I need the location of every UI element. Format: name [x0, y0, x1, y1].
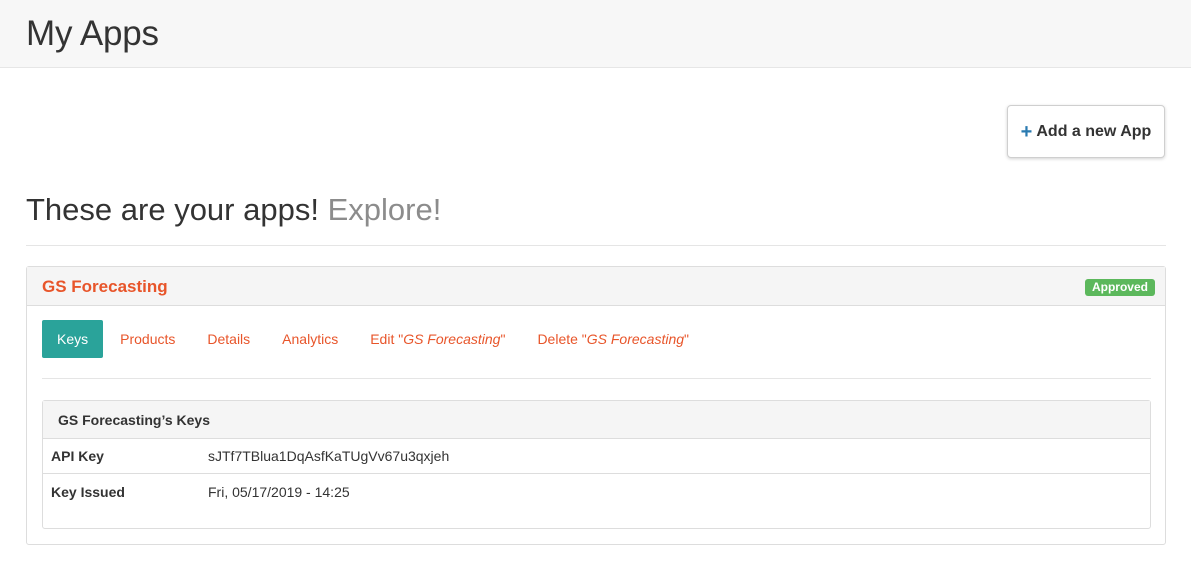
tab-edit-prefix: Edit ": [370, 331, 404, 347]
app-panel: GS Forecasting Approved Keys Products De…: [26, 266, 1166, 545]
key-row-api-key: API Key sJTf7TBlua1DqAsfKaTUgVv67u3qxjeh: [43, 439, 1150, 474]
tabs-divider: [42, 378, 1151, 379]
app-panel-header: GS Forecasting Approved: [27, 267, 1165, 306]
divider: [26, 245, 1166, 246]
key-issued-label: Key Issued: [51, 483, 125, 500]
app-tabs: Keys Products Details Analytics Edit " GS…: [42, 320, 705, 358]
apps-headline: These are your apps! Explore!: [26, 192, 441, 228]
add-new-app-label: Add a new App: [1036, 122, 1152, 140]
tab-edit-suffix: ": [500, 331, 506, 347]
add-new-app-button[interactable]: + Add a new App: [1007, 105, 1165, 158]
status-badge: Approved: [1084, 279, 1155, 296]
page-title: My Apps: [26, 14, 159, 53]
tab-products[interactable]: Products: [104, 320, 191, 358]
tab-analytics[interactable]: Analytics: [266, 320, 354, 358]
tab-delete-prefix: Delete ": [537, 331, 587, 347]
tab-keys[interactable]: Keys: [42, 320, 104, 358]
tab-delete-suffix: ": [684, 331, 690, 347]
keys-panel-title: GS Forecasting’s Keys: [43, 401, 1150, 439]
tab-delete[interactable]: Delete " GS Forecasting ": [521, 320, 705, 358]
api-key-label: API Key: [51, 448, 104, 464]
app-title[interactable]: GS Forecasting: [42, 277, 168, 297]
tab-details[interactable]: Details: [191, 320, 266, 358]
keys-panel: GS Forecasting’s Keys API Key sJTf7TBlua…: [42, 400, 1151, 529]
key-row-key-issued: Key Issued Fri, 05/17/2019 - 14:25: [43, 474, 1150, 509]
page-header: My Apps: [0, 0, 1191, 68]
key-issued-value: Fri, 05/17/2019 - 14:25: [208, 483, 350, 500]
tab-edit[interactable]: Edit " GS Forecasting ": [354, 320, 521, 358]
headline-explore: Explore!: [327, 192, 442, 227]
headline-main: These are your apps!: [26, 192, 319, 227]
api-key-value: sJTf7TBlua1DqAsfKaTUgVv67u3qxjeh: [208, 448, 450, 464]
plus-icon: +: [1020, 120, 1033, 143]
tab-delete-app-name: GS Forecasting: [586, 331, 685, 347]
tab-edit-app-name: GS Forecasting: [403, 331, 501, 347]
